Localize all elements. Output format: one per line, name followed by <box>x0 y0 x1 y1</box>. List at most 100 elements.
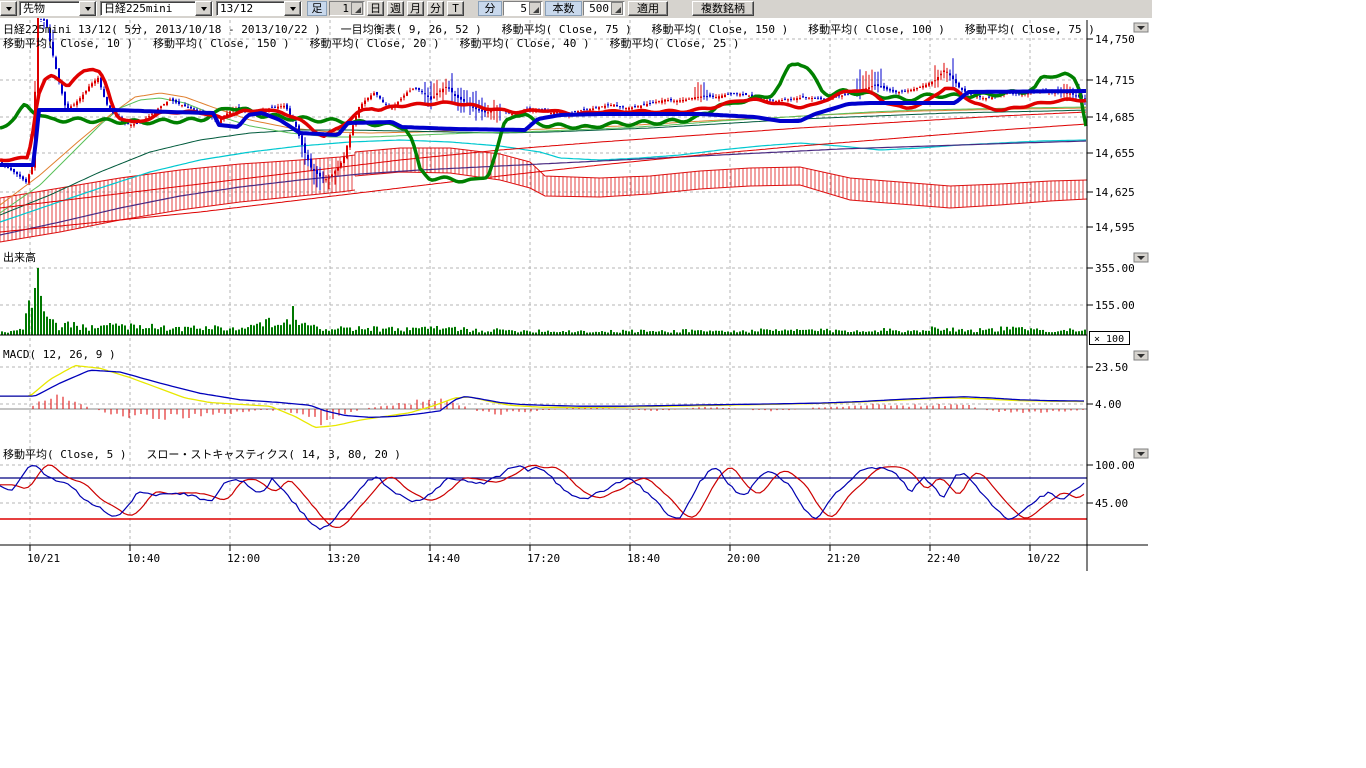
volume-bar <box>400 331 402 335</box>
market-select-arrow[interactable] <box>79 1 96 16</box>
candle-body <box>304 143 306 153</box>
y-axis-label: 14,595 <box>1095 221 1135 234</box>
ichimoku-span-b <box>0 190 355 242</box>
candle-body <box>439 91 441 92</box>
chart-canvas[interactable]: 10/2110:4012:0013:2014:4017:2018:4020:00… <box>0 0 1366 768</box>
candle-body <box>274 107 276 108</box>
volume-bar <box>280 325 282 335</box>
volume-bar <box>829 330 831 335</box>
volume-bar <box>946 328 948 335</box>
spinner-icon[interactable] <box>351 2 363 15</box>
volume-bar <box>457 331 459 335</box>
volume-bar <box>55 323 57 335</box>
candle-body <box>886 87 888 89</box>
candle-body <box>91 83 93 86</box>
candle-body <box>940 74 942 76</box>
symbol-select[interactable]: 日経225mini <box>100 1 213 16</box>
candle-body <box>160 106 162 108</box>
candle-body <box>475 107 477 109</box>
candle-body <box>148 116 150 117</box>
candle-body <box>841 96 843 97</box>
period-minute-button[interactable]: 分 <box>427 1 444 16</box>
candle-body <box>805 97 807 98</box>
candle-body <box>808 98 810 99</box>
volume-bar <box>286 319 288 335</box>
candle-body <box>610 105 612 106</box>
bar-type-toggle[interactable]: 足 <box>307 1 327 16</box>
spinner-icon[interactable] <box>611 2 623 15</box>
x-axis-label: 21:20 <box>827 552 860 565</box>
volume-bar <box>640 330 642 335</box>
candle-body <box>283 106 285 108</box>
candle-body <box>73 104 75 105</box>
candle-body <box>472 107 474 108</box>
macd-line <box>0 370 1084 417</box>
candle-body <box>31 166 33 174</box>
volume-bar <box>304 323 306 335</box>
candle-body <box>880 86 882 87</box>
candle-body <box>661 100 663 102</box>
market-select[interactable]: 先物 <box>19 1 97 16</box>
volume-bar <box>934 327 936 335</box>
volume-bar <box>868 331 870 335</box>
multi-symbol-button[interactable]: 複数銘柄 <box>692 1 754 16</box>
volume-bar <box>448 327 450 335</box>
candle-body <box>331 174 333 176</box>
candle-body <box>169 100 171 101</box>
volume-bar <box>31 308 33 335</box>
candle-body <box>733 93 735 94</box>
candle-body <box>22 176 24 179</box>
volume-bar <box>466 329 468 335</box>
candle-body <box>700 96 702 97</box>
candle-body <box>904 91 906 92</box>
volume-bar <box>424 327 426 335</box>
candle-body <box>793 99 795 100</box>
volume-bar <box>577 331 579 335</box>
spinner-icon[interactable] <box>529 2 541 15</box>
volume-bar <box>121 324 123 335</box>
candle-body <box>445 87 447 88</box>
volume-bar <box>508 330 510 335</box>
candle-body <box>736 93 738 94</box>
candle-body <box>868 87 870 89</box>
chart-menu-dropdown-button[interactable] <box>0 1 17 16</box>
volume-bar <box>349 327 351 335</box>
y-axis-label: 4.00 <box>1095 398 1122 411</box>
volume-bar <box>16 330 18 335</box>
contract-month-select[interactable]: 13/12 <box>216 1 302 16</box>
bar-count-stepper[interactable]: 500 <box>583 1 625 16</box>
volume-bar <box>250 325 252 335</box>
volume-bar <box>895 330 897 335</box>
volume-bar <box>1015 328 1017 335</box>
volume-bar <box>292 306 294 335</box>
volume-bar <box>223 330 225 335</box>
candle-body <box>910 90 912 91</box>
volume-bar <box>244 329 246 335</box>
period-day-button[interactable]: 日 <box>367 1 384 16</box>
y-axis-label: 45.00 <box>1095 497 1128 510</box>
candle-body <box>310 159 312 168</box>
volume-bar <box>256 324 258 335</box>
contract-month-arrow[interactable] <box>284 1 301 16</box>
volume-bar <box>67 322 69 335</box>
candle-body <box>685 99 687 101</box>
volume-bar <box>763 329 765 335</box>
volume-bar <box>781 331 783 335</box>
candle-body <box>64 92 66 105</box>
volume-bar <box>259 322 261 335</box>
period-tick-button[interactable]: T <box>447 1 464 16</box>
x-axis-label: 10/21 <box>27 552 60 565</box>
period-week-button[interactable]: 週 <box>387 1 404 16</box>
candle-body <box>895 91 897 93</box>
candle-body <box>934 80 936 81</box>
candle-body <box>97 78 99 82</box>
apply-button[interactable]: 適用 <box>628 1 668 16</box>
volume-bar <box>838 330 840 335</box>
candle-body <box>598 107 600 109</box>
bar-interval-stepper[interactable]: 1 <box>329 1 365 16</box>
period-month-button[interactable]: 月 <box>407 1 424 16</box>
volume-bar <box>358 326 360 335</box>
symbol-select-arrow[interactable] <box>195 1 212 16</box>
minutes-stepper[interactable]: 5 <box>503 1 543 16</box>
candle-body <box>892 90 894 92</box>
